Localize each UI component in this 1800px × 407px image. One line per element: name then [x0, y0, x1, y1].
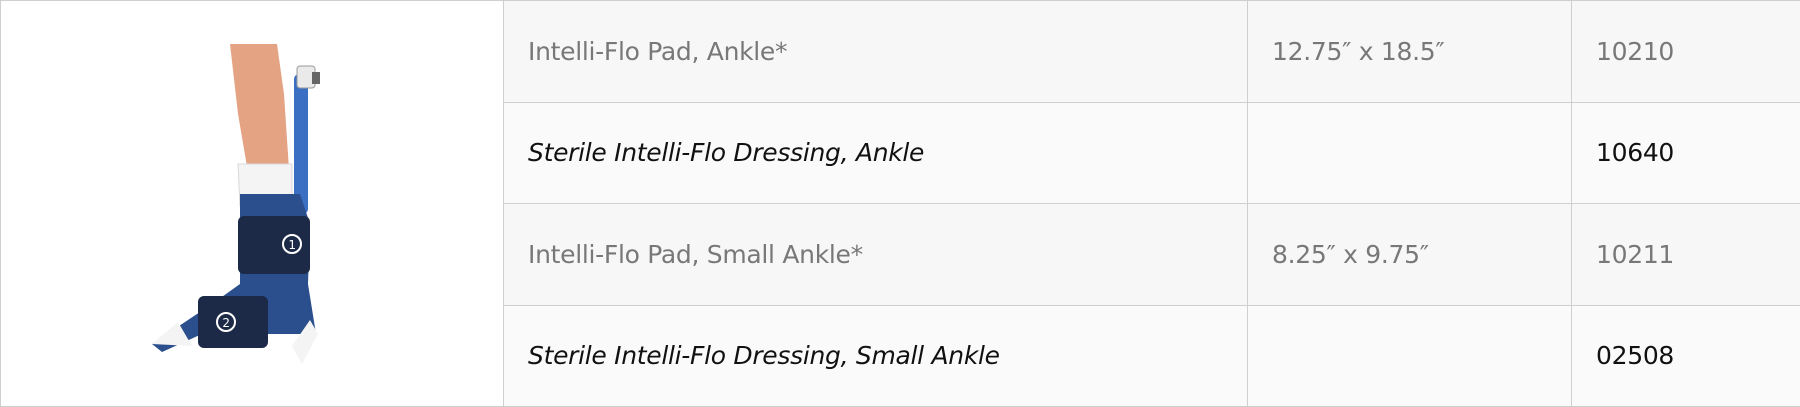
- product-name: Intelli-Flo Pad, Ankle*: [503, 0, 1248, 103]
- product-code: 10211: [1571, 203, 1800, 306]
- product-code: 10210: [1571, 0, 1800, 103]
- product-name: Sterile Intelli-Flo Dressing, Ankle: [503, 101, 1248, 204]
- product-code: 02508: [1571, 304, 1800, 407]
- product-table: 1 2 Intelli-Flo Pad, Ankle* 12.75″ x 18.…: [0, 0, 1800, 407]
- strap-label-2: 2: [222, 316, 229, 330]
- ankle-wrap-icon: 1 2: [152, 43, 320, 364]
- product-size: 12.75″ x 18.5″: [1247, 0, 1572, 103]
- product-size: [1247, 101, 1572, 204]
- strap-label-1: 1: [288, 238, 295, 252]
- product-image-cell: 1 2: [0, 0, 504, 407]
- product-size: 8.25″ x 9.75″: [1247, 203, 1572, 306]
- product-size: [1247, 304, 1572, 407]
- product-code: 10640: [1571, 101, 1800, 204]
- table-row: 1 2 Intelli-Flo Pad, Ankle* 12.75″ x 18.…: [0, 0, 1800, 407]
- product-name: Intelli-Flo Pad, Small Ankle*: [503, 203, 1248, 306]
- product-name: Sterile Intelli-Flo Dressing, Small Ankl…: [503, 304, 1248, 407]
